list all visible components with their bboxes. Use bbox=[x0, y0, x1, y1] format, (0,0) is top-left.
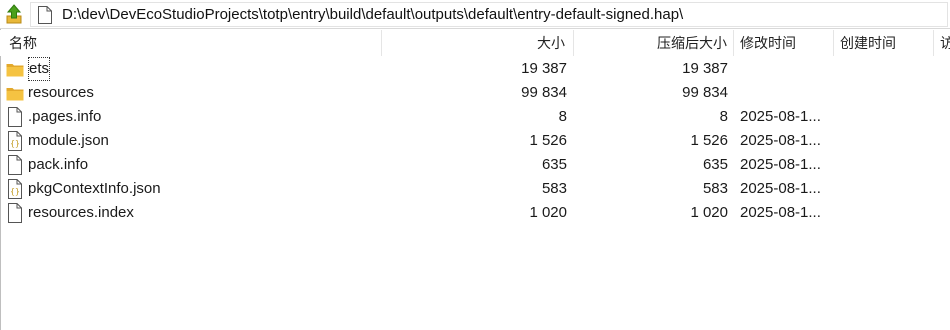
file-name: pkgContextInfo.json bbox=[28, 180, 161, 197]
file-name: pack.info bbox=[28, 156, 89, 173]
json-file-icon: {} bbox=[8, 131, 22, 151]
list-header: 名称 大小 压缩后大小 修改时间 创建时间 访 bbox=[0, 30, 950, 56]
up-arrow-icon bbox=[6, 4, 22, 24]
modified-cell: 2025-08-1... bbox=[740, 108, 821, 125]
file-name: resources bbox=[28, 84, 94, 101]
name-cell: .pages.info bbox=[0, 105, 380, 129]
path-bar: D:\dev\DevEcoStudioProjects\totp\entry\b… bbox=[0, 0, 950, 29]
file-row[interactable]: resources.index 1 020 1 020 2025-08-1... bbox=[0, 201, 950, 225]
column-header-name[interactable]: 名称 bbox=[0, 30, 382, 56]
svg-text:{}: {} bbox=[10, 187, 20, 196]
name-cell: {} module.json bbox=[0, 129, 380, 153]
size-cell: 583 bbox=[541, 180, 567, 197]
json-file-icon: {} bbox=[8, 179, 22, 199]
up-folder-button[interactable] bbox=[3, 3, 25, 25]
file-row[interactable]: {} pkgContextInfo.json 583 583 2025-08-1… bbox=[0, 177, 950, 201]
column-header-modified[interactable]: 修改时间 bbox=[734, 30, 834, 56]
packed-size-cell: 583 bbox=[702, 180, 728, 197]
file-name: ets bbox=[28, 57, 51, 81]
packed-size-cell: 635 bbox=[702, 156, 728, 173]
name-cell: resources bbox=[0, 81, 380, 105]
document-icon bbox=[38, 6, 52, 24]
size-cell: 635 bbox=[541, 156, 567, 173]
svg-text:{}: {} bbox=[10, 139, 20, 148]
column-header-packed-size[interactable]: 压缩后大小 bbox=[574, 30, 734, 56]
path-text: D:\dev\DevEcoStudioProjects\totp\entry\b… bbox=[62, 6, 684, 23]
folder-icon bbox=[6, 88, 24, 101]
column-header-accessed[interactable]: 访 bbox=[934, 30, 950, 56]
packed-size-cell: 1 526 bbox=[690, 132, 728, 149]
file-name: resources.index bbox=[28, 204, 134, 221]
modified-cell: 2025-08-1... bbox=[740, 180, 821, 197]
packed-size-cell: 1 020 bbox=[690, 204, 728, 221]
file-row[interactable]: {} module.json 1 526 1 526 2025-08-1... bbox=[0, 129, 950, 153]
file-name: .pages.info bbox=[28, 108, 102, 125]
packed-size-cell: 99 834 bbox=[682, 84, 728, 101]
packed-size-cell: 19 387 bbox=[682, 60, 728, 77]
modified-cell: 2025-08-1... bbox=[740, 132, 821, 149]
size-cell: 1 526 bbox=[529, 132, 567, 149]
modified-cell bbox=[740, 81, 834, 105]
name-cell: ets bbox=[0, 57, 380, 81]
file-icon bbox=[8, 155, 22, 175]
size-cell: 99 834 bbox=[521, 84, 567, 101]
size-cell: 1 020 bbox=[529, 204, 567, 221]
name-cell: resources.index bbox=[0, 201, 380, 225]
size-cell: 19 387 bbox=[521, 60, 567, 77]
name-cell: pack.info bbox=[0, 153, 380, 177]
modified-cell bbox=[740, 57, 834, 81]
size-cell: 8 bbox=[558, 108, 567, 125]
path-field[interactable]: D:\dev\DevEcoStudioProjects\totp\entry\b… bbox=[30, 2, 948, 27]
file-row[interactable]: ets 19 387 19 387 bbox=[0, 57, 950, 81]
name-cell: {} pkgContextInfo.json bbox=[0, 177, 380, 201]
file-row[interactable]: resources 99 834 99 834 bbox=[0, 81, 950, 105]
packed-size-cell: 8 bbox=[719, 108, 728, 125]
column-header-size[interactable]: 大小 bbox=[382, 30, 574, 56]
file-icon bbox=[8, 203, 22, 223]
column-header-created[interactable]: 创建时间 bbox=[834, 30, 934, 56]
file-row[interactable]: .pages.info 8 8 2025-08-1... bbox=[0, 105, 950, 129]
file-row[interactable]: pack.info 635 635 2025-08-1... bbox=[0, 153, 950, 177]
modified-cell: 2025-08-1... bbox=[740, 204, 821, 221]
modified-cell: 2025-08-1... bbox=[740, 156, 821, 173]
folder-icon bbox=[6, 64, 24, 77]
file-name: module.json bbox=[28, 132, 109, 149]
file-icon bbox=[8, 107, 22, 127]
